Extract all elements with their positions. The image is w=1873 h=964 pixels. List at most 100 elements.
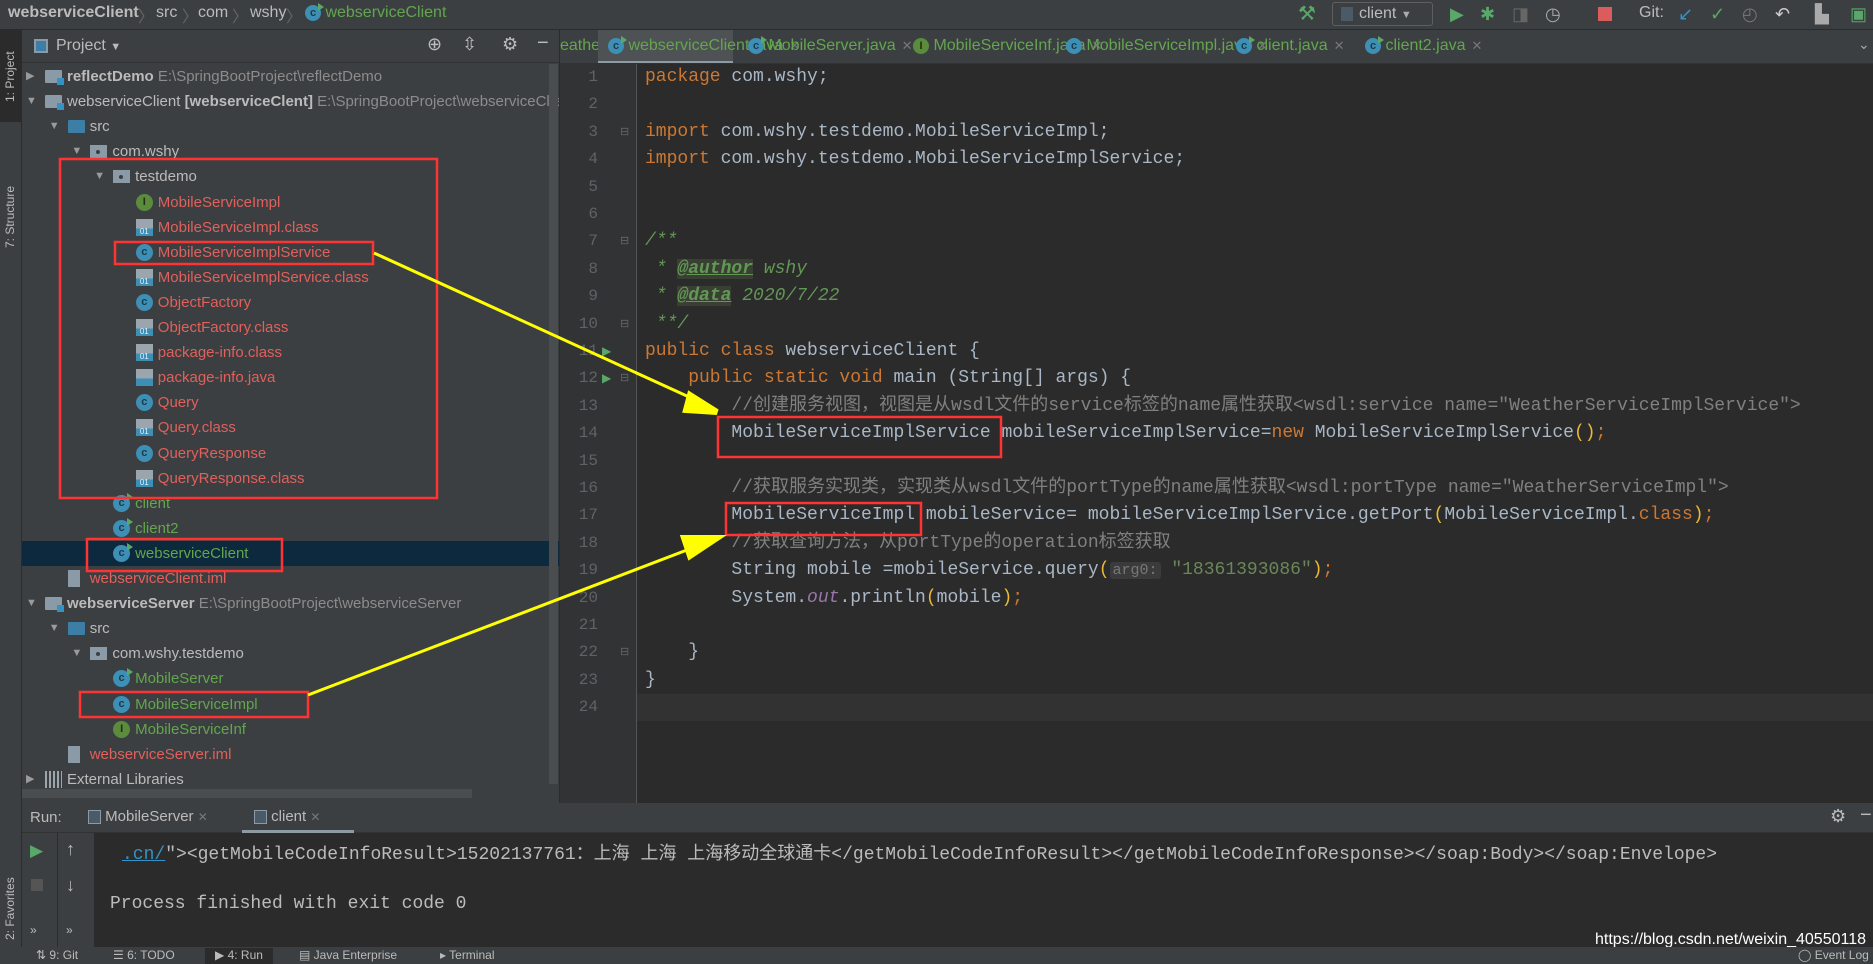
project-structure-icon[interactable]: ▙ [1815, 3, 1829, 25]
tree-item[interactable]: c webserviceClient [22, 540, 559, 566]
tree-item[interactable]: c MobileServiceImplService [22, 240, 559, 265]
debug-icon[interactable]: ✱ [1480, 3, 1495, 25]
git-commit-icon[interactable]: ✓ [1710, 3, 1725, 25]
code-line[interactable]: //创建服务视图，视图是从wsdl文件的service标签的name属性获取<w… [645, 393, 1800, 420]
editor-tab[interactable]: c client.java ✕ [1226, 30, 1351, 63]
run-gutter-icon[interactable]: ▶ [602, 344, 611, 358]
run-tab-mobileserver[interactable]: MobileServer ✕ [88, 803, 208, 833]
code-line[interactable]: * @author wshy [645, 256, 807, 283]
code-line[interactable]: MobileServiceImplService mobileServiceIm… [645, 420, 1606, 447]
tree-item[interactable]: ▼ src [22, 114, 559, 139]
tree-item[interactable]: package-info.java [22, 365, 559, 390]
locate-file-icon[interactable]: ⊕ [427, 34, 442, 55]
todo-tool-button[interactable]: ☰ 6: TODO [113, 948, 175, 962]
expanded-arrow-icon[interactable]: ▼ [49, 114, 60, 139]
fold-marker-icon[interactable]: ⊟ [620, 645, 629, 658]
git-tool-button[interactable]: ⇅ 9: Git [36, 948, 78, 962]
coverage-icon[interactable]: ◨ [1512, 3, 1529, 25]
tree-item[interactable]: ▼ com.wshy [22, 139, 559, 164]
more-icon[interactable]: » [30, 923, 37, 937]
profiler-icon[interactable]: ◷ [1545, 3, 1561, 25]
tree-item[interactable]: c Query [22, 390, 559, 415]
code-line[interactable]: /** [645, 228, 677, 255]
code-line[interactable]: public static void main (String[] args) … [645, 365, 1131, 392]
rerun-icon[interactable]: ▶ [30, 841, 43, 861]
project-tool-button[interactable]: 1: Project [0, 30, 22, 122]
code-line[interactable]: * @data 2020/7/22 [645, 283, 839, 310]
code-line[interactable]: } [645, 639, 699, 666]
tree-item[interactable]: c client [22, 491, 559, 516]
code-line[interactable]: } [645, 667, 656, 694]
code-editor[interactable]: 1 2 3 4 5 6 7 8 9 10 11 12 13 14 15 16 17 18 19 20 21 22 23 24 ▶… [560, 64, 1873, 803]
tree-item[interactable]: I MobileServiceImpl [22, 190, 559, 215]
expanded-arrow-icon[interactable]: ▼ [26, 591, 37, 616]
editor-tab[interactable]: c webserviceClient.java ✕ [598, 30, 800, 63]
tree-item[interactable]: ▼ testdemo [22, 164, 559, 189]
expanded-arrow-icon[interactable]: ▼ [26, 89, 37, 114]
tree-item[interactable]: c ObjectFactory [22, 290, 559, 315]
tree-item[interactable]: 01 ObjectFactory.class [22, 315, 559, 340]
layout-icon[interactable]: ▣ [1850, 3, 1867, 25]
breadcrumb-file[interactable]: c webserviceClient [305, 2, 446, 22]
expanded-arrow-icon[interactable]: ▼ [49, 616, 60, 641]
tree-item[interactable]: ▼ com.wshy.testdemo [22, 641, 559, 666]
tree-item[interactable]: c QueryResponse [22, 441, 559, 466]
close-icon[interactable]: ✕ [198, 810, 208, 824]
git-history-icon[interactable]: ◴ [1742, 3, 1758, 25]
tree-item[interactable]: c MobileServiceImpl [22, 692, 559, 717]
terminal-tool-button[interactable]: ▸ Terminal [440, 948, 495, 962]
editor-tab[interactable]: c MobileServer.java ✕ [738, 30, 913, 63]
down-arrow-icon[interactable]: ↓ [66, 875, 75, 896]
tree-item[interactable]: I MobileServiceInf [22, 717, 559, 742]
tree-item[interactable]: 01 MobileServiceImplService.class [22, 265, 559, 290]
code-line[interactable]: //获取查询方法，从portType的operation标签获取 [645, 530, 1170, 557]
breadcrumb-wshy[interactable]: wshy [250, 4, 286, 22]
collapsed-arrow-icon[interactable]: ▶ [26, 64, 34, 89]
up-arrow-icon[interactable]: ↑ [66, 839, 75, 860]
project-view-selector[interactable]: Project ▼ [56, 37, 121, 55]
favorites-tool-button[interactable]: 2: Favorites ★ [0, 840, 22, 962]
breadcrumb-com[interactable]: com [198, 4, 228, 22]
code-line[interactable]: **/ [645, 311, 688, 338]
editor-tab[interactable]: eatherServer.java✕ [560, 30, 702, 63]
tree-item[interactable]: 01 QueryResponse.class [22, 466, 559, 491]
structure-tool-button[interactable]: 7: Structure [0, 140, 22, 260]
close-icon[interactable]: ✕ [310, 810, 320, 824]
event-log-button[interactable]: ◯ Event Log [1798, 948, 1869, 962]
tree-item[interactable]: c client2 [22, 516, 559, 541]
code-line[interactable]: package com.wshy; [645, 64, 829, 91]
more-tabs-chevron-icon[interactable]: ⌄ [1858, 36, 1870, 53]
rollback-icon[interactable]: ↶ [1775, 3, 1790, 25]
tree-item[interactable]: ▼ webserviceServer E:\SpringBootProject\w… [22, 591, 559, 616]
vertical-scrollbar[interactable] [549, 64, 558, 784]
editor-tab[interactable]: c MobileServiceImpl.java ✕ [1056, 30, 1268, 63]
editor-tab[interactable]: c client2.java ✕ [1355, 30, 1482, 63]
minimize-icon[interactable]: − [537, 32, 549, 55]
tree-item[interactable]: webserviceServer.iml [22, 742, 559, 767]
tree-item[interactable]: 01 package-info.class [22, 340, 559, 365]
tree-item[interactable]: ▼ src [22, 616, 559, 641]
breadcrumb-project[interactable]: webserviceClient [8, 4, 139, 22]
breadcrumb-src[interactable]: src [156, 4, 177, 22]
run-icon[interactable]: ▶ [1450, 3, 1464, 25]
tree-item[interactable]: ▼ webserviceClient [webserviceClent] E:\S… [22, 89, 559, 114]
run-config-dropdown[interactable]: client ▼ [1332, 2, 1433, 26]
tree-item[interactable]: 01 Query.class [22, 415, 559, 440]
code-line[interactable]: import com.wshy.testdemo.MobileServiceIm… [645, 119, 1109, 146]
tree-item[interactable]: c MobileServer [22, 666, 559, 691]
expanded-arrow-icon[interactable]: ▼ [71, 641, 82, 666]
console-link[interactable]: .cn/ [122, 845, 165, 865]
code-line[interactable]: String mobile =mobileService.query(arg0:… [645, 557, 1333, 584]
horizontal-scrollbar[interactable] [22, 789, 472, 798]
stop-icon[interactable] [31, 879, 43, 891]
run-gutter-icon[interactable]: ▶ [602, 371, 611, 385]
expanded-arrow-icon[interactable]: ▼ [94, 164, 105, 189]
fold-marker-icon[interactable]: ⊟ [620, 317, 629, 330]
run-tab-client[interactable]: client ✕ [242, 803, 354, 833]
run-tool-button[interactable]: ▶ 4: Run [205, 948, 273, 964]
minimize-icon[interactable]: − [1860, 804, 1872, 827]
code-line[interactable]: MobileServiceImpl mobileService= mobileS… [645, 502, 1714, 529]
tree-item[interactable]: 01 MobileServiceImpl.class [22, 215, 559, 240]
code-line[interactable]: System.out.println(mobile); [645, 585, 1023, 612]
code-line[interactable]: import com.wshy.testdemo.MobileServiceIm… [645, 146, 1185, 173]
